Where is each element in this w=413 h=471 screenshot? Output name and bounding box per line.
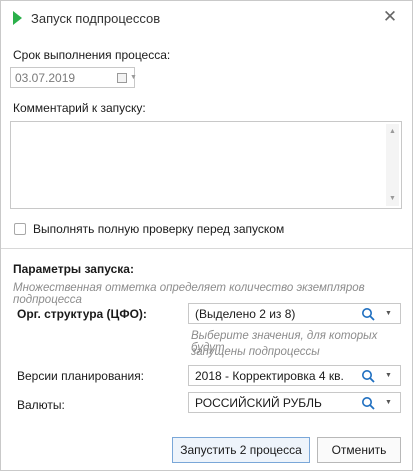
cancel-button[interactable]: Отменить xyxy=(317,437,401,463)
full-check-checkbox[interactable] xyxy=(14,223,26,235)
org-structure-label: Орг. структура (ЦФО): xyxy=(17,307,147,321)
deadline-label: Срок выполнения процесса: xyxy=(13,48,171,62)
search-icon[interactable] xyxy=(361,369,375,383)
title-bar: Запуск подпроцессов ✕ xyxy=(1,1,412,35)
search-icon[interactable] xyxy=(361,307,375,321)
currency-value: РОССИЙСКИЙ РУБЛЬ xyxy=(195,396,322,410)
deadline-date-field[interactable]: 03.07.2019 ▼ xyxy=(10,67,137,88)
versions-select[interactable]: 2018 - Корректировка 4 кв. ▼ xyxy=(188,365,401,386)
play-icon xyxy=(13,11,22,25)
run-processes-button[interactable]: Запустить 2 процесса xyxy=(172,437,310,463)
params-title: Параметры запуска: xyxy=(13,262,134,276)
org-structure-select[interactable]: (Выделено 2 из 8) ▼ xyxy=(188,303,401,324)
full-check-label[interactable]: Выполнять полную проверку перед запуском xyxy=(33,222,284,236)
chevron-down-icon[interactable]: ▼ xyxy=(385,399,392,406)
calendar-icon[interactable] xyxy=(117,73,127,83)
deadline-date-value: 03.07.2019 xyxy=(15,71,76,85)
comment-textarea[interactable]: ▲ ▼ xyxy=(10,121,402,209)
versions-value: 2018 - Корректировка 4 кв. xyxy=(195,369,344,383)
comment-label: Комментарий к запуску: xyxy=(13,101,146,115)
scroll-up-icon[interactable]: ▲ xyxy=(386,125,399,138)
currency-label: Валюты: xyxy=(17,398,65,412)
chevron-down-icon[interactable]: ▼ xyxy=(130,74,137,81)
launch-subprocesses-dialog: Запуск подпроцессов ✕ Срок выполнения пр… xyxy=(0,0,413,471)
chevron-down-icon[interactable]: ▼ xyxy=(385,310,392,317)
org-hint-line2: запущены подпроцессы xyxy=(191,346,320,358)
comment-scrollbar[interactable]: ▲ ▼ xyxy=(386,124,399,206)
versions-label: Версии планирования: xyxy=(17,369,145,383)
window-title: Запуск подпроцессов xyxy=(31,11,161,26)
divider xyxy=(1,248,412,249)
org-structure-value: (Выделено 2 из 8) xyxy=(195,307,296,321)
search-icon[interactable] xyxy=(361,396,375,410)
close-button[interactable]: ✕ xyxy=(380,7,400,27)
chevron-down-icon[interactable]: ▼ xyxy=(385,372,392,379)
currency-select[interactable]: РОССИЙСКИЙ РУБЛЬ ▼ xyxy=(188,392,401,413)
scroll-down-icon[interactable]: ▼ xyxy=(386,192,399,205)
